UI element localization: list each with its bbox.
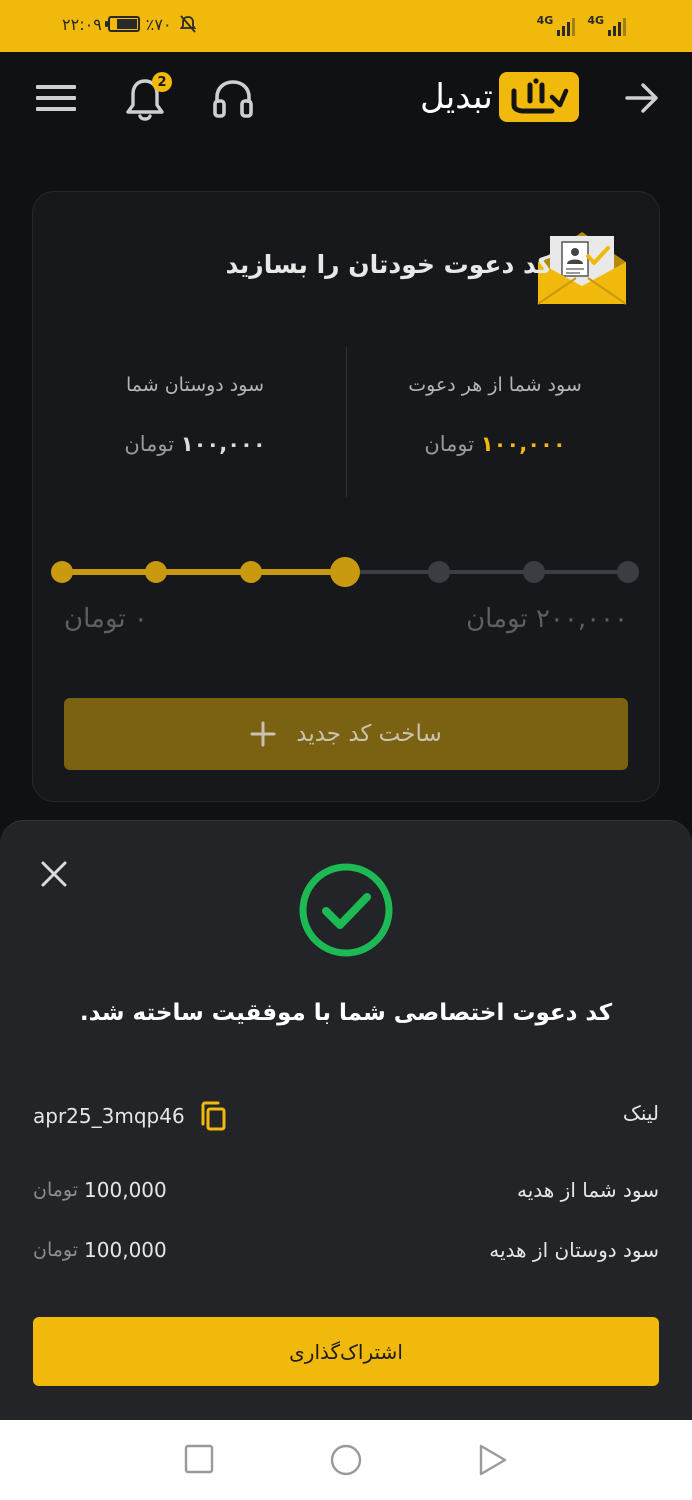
recents-button[interactable] (184, 1444, 214, 1478)
square-icon (184, 1444, 214, 1474)
profit-slider-fill (62, 569, 345, 575)
your-gift-row: تومان 100,000 (33, 1178, 167, 1202)
battery-icon (104, 16, 140, 32)
invite-link-value: apr25_3mqp46 (33, 1104, 185, 1128)
logo-mark-icon (498, 72, 579, 122)
back-arrow-icon (625, 83, 658, 113)
menu-button[interactable] (34, 80, 78, 116)
app-bar (0, 52, 692, 144)
slider-step-dot[interactable] (522, 561, 545, 583)
friends-gift-unit: تومان (33, 1239, 79, 1261)
your-profit-label: سود شما از هر دعوت (408, 374, 582, 396)
triangle-back-icon (479, 1444, 507, 1476)
support-button[interactable] (210, 76, 256, 122)
your-gift-label: سود شما از هدیه (516, 1178, 659, 1202)
card-title: کد دعوت خودتان را بسازید (225, 250, 552, 279)
back-button[interactable] (620, 78, 664, 118)
friends-profit-label: سود دوستان شما (125, 374, 264, 396)
signal-icon: 4G (537, 14, 576, 36)
success-check-icon (297, 861, 395, 963)
your-gift-value: 100,000 (84, 1178, 167, 1202)
mute-bell-icon (179, 15, 196, 33)
status-time: ۲۲:۰۹ (62, 14, 102, 34)
friends-profit-value: ۱۰۰,۰۰۰ تومان (124, 432, 266, 456)
friends-gift-value: 100,000 (84, 1238, 167, 1262)
slider-thumb[interactable] (330, 557, 360, 587)
battery-percent: ٪۷۰ (145, 14, 172, 34)
status-bar: ۲۲:۰۹ ٪۷۰ 4G 4G (0, 0, 692, 52)
share-button[interactable]: اشتراک‌گذاری (33, 1317, 659, 1386)
share-label: اشتراک‌گذاری (289, 1339, 403, 1364)
notification-badge: 2 (152, 72, 172, 92)
close-button[interactable] (40, 860, 68, 892)
slider-step-dot[interactable] (617, 561, 639, 583)
system-nav-bar (0, 1420, 692, 1500)
your-profit-value: ۱۰۰,۰۰۰ تومان (424, 432, 566, 456)
headset-icon (213, 80, 253, 118)
slider-step-dot[interactable] (239, 561, 262, 583)
copy-link-button[interactable] (199, 1100, 227, 1132)
friends-gift-row: تومان 100,000 (33, 1238, 167, 1262)
link-label: لینک (622, 1101, 659, 1125)
plus-icon (250, 721, 276, 747)
copy-icon (201, 1101, 226, 1131)
close-icon (41, 861, 67, 887)
circle-icon (330, 1444, 362, 1476)
success-message: کد دعوت اختصاصی شما با موفقیت ساخته شد. (79, 1000, 613, 1026)
home-button[interactable] (330, 1444, 362, 1480)
slider-step-dot[interactable] (51, 561, 73, 583)
invite-link-row: apr25_3mqp46 (33, 1100, 227, 1132)
signal-icon-2: 4G (587, 14, 626, 36)
slider-min-label: ۰ تومان (64, 604, 148, 634)
stats-divider (346, 347, 347, 497)
slider-max-label: ۲۰۰,۰۰۰ تومان (466, 604, 628, 634)
menu-icon (36, 85, 76, 111)
your-gift-unit: تومان (33, 1179, 79, 1201)
create-code-button[interactable]: ساخت کد جدید (64, 698, 628, 770)
friends-gift-label: سود دوستان از هدیه (489, 1238, 659, 1262)
back-nav-button[interactable] (478, 1444, 508, 1480)
app-logo: تبدیل (420, 72, 579, 122)
app-name: تبدیل (420, 77, 493, 117)
create-code-label: ساخت کد جدید (296, 721, 442, 747)
